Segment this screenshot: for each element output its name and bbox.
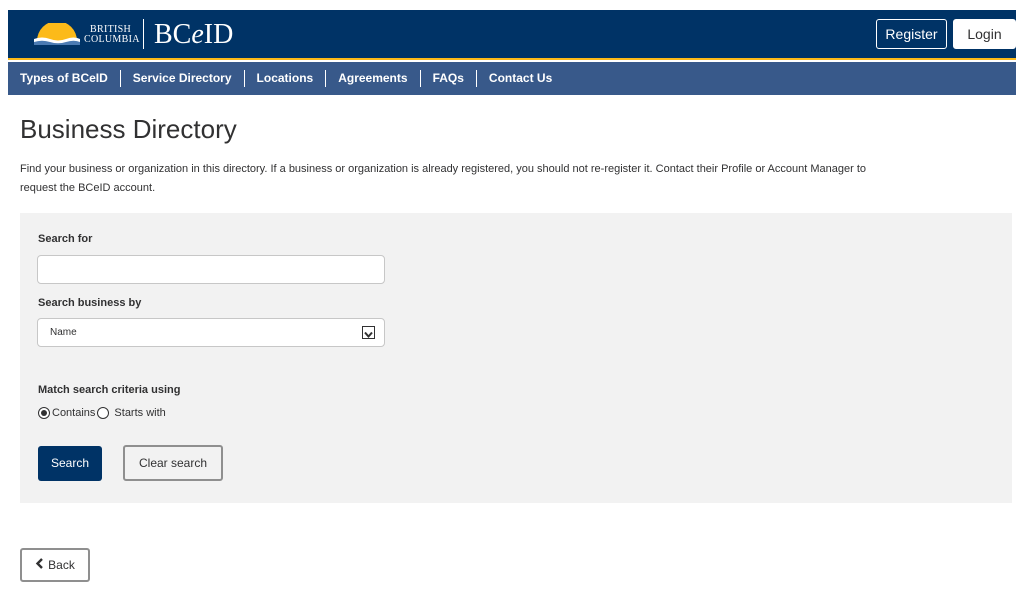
radio-contains-label[interactable]: Contains [52, 407, 95, 419]
register-button[interactable]: Register [876, 19, 947, 49]
product-title-prefix: BC [154, 19, 192, 50]
search-by-selected-value: Name [50, 327, 77, 338]
radio-starts-with-label[interactable]: Starts with [114, 407, 165, 419]
chevron-down-icon[interactable] [362, 326, 375, 339]
nav-item-service-directory[interactable]: Service Directory [121, 70, 245, 87]
main-content: Business Directory Find your business or… [20, 96, 1010, 198]
bc-wordmark-line2: COLUMBIA [84, 34, 140, 45]
nav-item-contact-us[interactable]: Contact Us [477, 70, 564, 87]
login-button[interactable]: Login [953, 19, 1016, 49]
product-title-e: e [191, 19, 204, 50]
match-criteria-label: Match search criteria using [38, 384, 181, 396]
nav-item-types-of-bceid[interactable]: Types of BCeID [8, 70, 121, 87]
search-by-select[interactable]: Name [37, 318, 385, 347]
chevron-left-icon [35, 550, 44, 580]
product-title[interactable]: BCeID [154, 19, 233, 51]
product-title-suffix: ID [203, 19, 234, 50]
intro-text: Find your business or organization in th… [20, 160, 1010, 198]
back-button-label: Back [48, 558, 75, 572]
nav-item-faqs[interactable]: FAQs [421, 70, 477, 87]
back-button[interactable]: Back [20, 548, 90, 582]
page-title: Business Directory [20, 114, 237, 144]
main-nav: Types of BCeID Service Directory Locatio… [8, 62, 1016, 95]
search-panel: Search for Search business by Name Match… [20, 213, 1012, 503]
radio-contains[interactable] [38, 407, 50, 419]
intro-line-1: Find your business or organization in th… [20, 163, 867, 175]
search-by-label: Search business by [38, 297, 142, 309]
bc-sun-logo-icon [34, 21, 80, 50]
search-for-label: Search for [38, 233, 93, 245]
radio-starts-with[interactable] [97, 407, 110, 419]
page-gutter [0, 10, 8, 590]
intro-line-2: request the BCeID account. [20, 182, 156, 194]
search-button[interactable]: Search [38, 446, 102, 481]
nav-item-agreements[interactable]: Agreements [326, 70, 421, 87]
bc-wordmark: BRITISH COLUMBIA [84, 25, 140, 45]
nav-item-locations[interactable]: Locations [245, 70, 327, 87]
clear-search-button[interactable]: Clear search [123, 445, 223, 481]
header-divider [143, 19, 144, 49]
site-header: BRITISH COLUMBIA BCeID Register Login [8, 10, 1016, 60]
match-criteria-radio-group: Contains Starts with [38, 407, 168, 419]
search-input[interactable] [37, 255, 385, 284]
